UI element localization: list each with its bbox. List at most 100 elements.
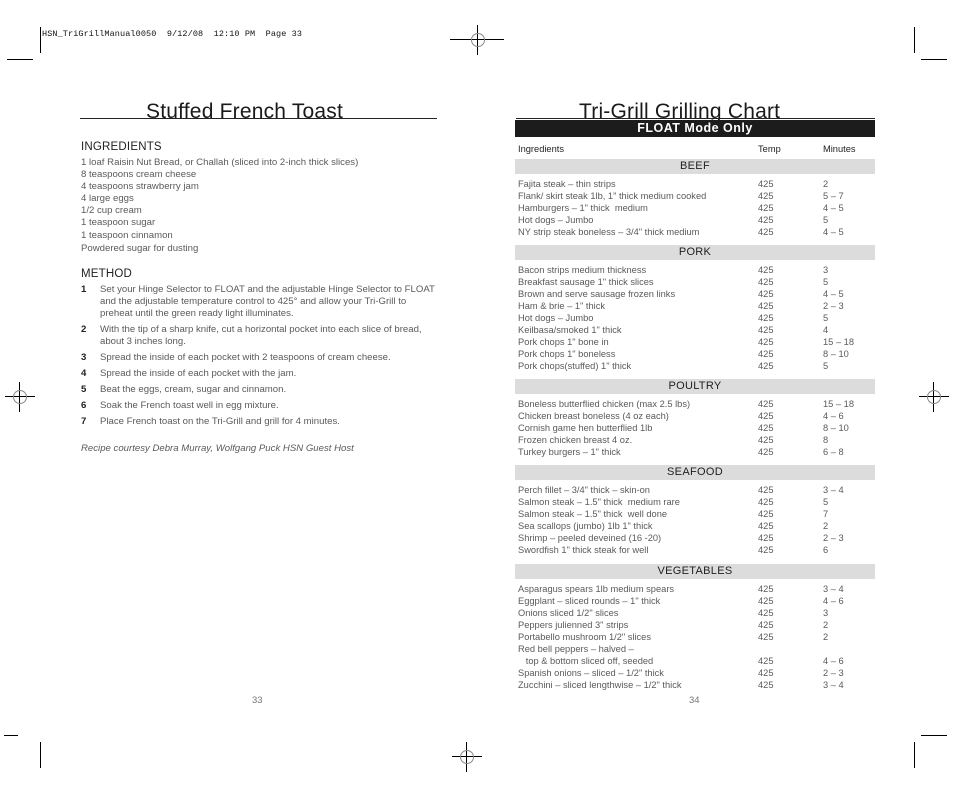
- category-header: SEAFOOD: [515, 465, 875, 480]
- row-temp: 425: [758, 203, 774, 213]
- column-header-minutes: Minutes: [823, 144, 856, 154]
- chart-row: Hamburgers – 1" thick medium 425 4 – 5: [515, 202, 875, 214]
- category-poultry: POULTRY Boneless butterflied chicken (max…: [515, 379, 875, 458]
- method-step: 2 With the tip of a sharp knife, cut a ho…: [81, 324, 441, 348]
- row-minutes: 2: [823, 521, 829, 531]
- row-ingredient: Asparagus spears 1lb medium spears: [518, 584, 675, 594]
- printer-slug: HSN_TriGrillManual0050 9/12/08 12:10 PM …: [42, 29, 303, 39]
- chart-row: Hot dogs – Jumbo 425 5: [515, 214, 875, 226]
- row-temp: 425: [758, 215, 774, 225]
- row-minutes: 5: [823, 497, 829, 507]
- chart-row: Pork chops(stuffed) 1" thick 425 5: [515, 360, 875, 372]
- chart-row: Shrimp – peeled deveined (16 -20) 425 2 – …: [515, 532, 875, 544]
- ingredient-item: 1 teaspoon sugar: [81, 217, 156, 229]
- row-temp: 425: [758, 509, 774, 519]
- row-temp: 425: [758, 325, 774, 335]
- row-ingredient: Turkey burgers – 1" thick: [518, 447, 621, 457]
- method-step: 4 Spread the inside of each pocket with t…: [81, 368, 441, 380]
- chart-row: top & bottom sliced off, seeded 425 4 – 6: [515, 655, 875, 667]
- chart-row: Breakfast sausage 1" thick slices 425 5: [515, 276, 875, 288]
- chart-row: Cornish game hen butterflied 1lb 425 8 – 1…: [515, 422, 875, 434]
- row-minutes: 8: [823, 435, 829, 445]
- page-number-left: 33: [252, 695, 263, 706]
- row-minutes: 4: [823, 325, 829, 335]
- step-text: Spread the inside of each pocket with th…: [100, 368, 297, 379]
- category-rows: Asparagus spears 1lb medium spears 425 3 –…: [515, 579, 875, 691]
- row-ingredient: NY strip steak boneless – 3/4" thick med…: [518, 227, 700, 237]
- row-ingredient: Bacon strips medium thickness: [518, 265, 647, 275]
- step-number: 1: [81, 284, 87, 295]
- chart-title-rule: Tri-Grill Grilling Chart: [516, 94, 875, 123]
- row-minutes: 4 – 6: [823, 411, 844, 421]
- method-step: 7 Place French toast on the Tri-Grill and…: [81, 416, 441, 428]
- row-temp: 425: [758, 533, 774, 543]
- row-ingredient: Eggplant – sliced rounds – 1" thick: [518, 596, 661, 606]
- chart-row: Asparagus spears 1lb medium spears 425 3 –…: [515, 583, 875, 595]
- category-seafood: SEAFOOD Perch fillet – 3/4" thick – skin-…: [515, 465, 875, 556]
- registration-mark-icon: [5, 382, 35, 412]
- row-ingredient: Spanish onions – sliced – 1/2" thick: [518, 668, 664, 678]
- step-text: Spread the inside of each pocket with 2 …: [100, 352, 391, 363]
- row-ingredient: Red bell peppers – halved –: [518, 644, 634, 654]
- row-temp: 425: [758, 191, 774, 201]
- ingredient-item: 1 loaf Raisin Nut Bread, or Challah (sli…: [81, 157, 359, 168]
- category-vegetables: VEGETABLES Asparagus spears 1lb medium sp…: [515, 564, 875, 691]
- chart-row: Peppers julienned 3" strips 425 2: [515, 619, 875, 631]
- ingredients-list: 1 loaf Raisin Nut Bread, or Challah (sli…: [81, 157, 358, 255]
- row-ingredient: Portabello mushroom 1/2" slices: [518, 632, 651, 642]
- row-ingredient: Frozen chicken breast 4 oz.: [518, 435, 633, 445]
- registration-mark-icon: [450, 25, 504, 55]
- row-temp: 425: [758, 596, 774, 606]
- row-temp: 425: [758, 349, 774, 359]
- method-step: 6 Soak the French toast well in egg mixtu…: [81, 400, 441, 412]
- category-header: BEEF: [515, 159, 875, 174]
- category-rows: Fajita steak – thin strips 425 2 Flank/ ski…: [515, 174, 875, 238]
- column-header-ingredients: Ingredients: [518, 144, 564, 154]
- row-minutes: 4 – 5: [823, 289, 844, 299]
- row-ingredient: Flank/ skirt steak 1lb, 1" thick medium …: [518, 191, 707, 201]
- method-heading: METHOD: [81, 268, 133, 280]
- row-temp: 425: [758, 423, 774, 433]
- row-temp: 425: [758, 361, 774, 371]
- row-minutes: 15 – 18: [823, 337, 855, 347]
- chart-row: Onions sliced 1/2" slices 425 3: [515, 607, 875, 619]
- row-minutes: 2 – 3: [823, 668, 844, 678]
- crop-mark: [7, 59, 33, 60]
- chart-row: NY strip steak boneless – 3/4" thick med…: [515, 226, 875, 238]
- row-minutes: 2: [823, 179, 829, 189]
- category-header: POULTRY: [515, 379, 875, 394]
- row-ingredient: Pork chops 1" boneless: [518, 349, 616, 359]
- category-pork: PORK Bacon strips medium thickness 425 3 Bre…: [515, 245, 875, 372]
- chart-row: Perch fillet – 3/4" thick – skin-on 425 3 …: [515, 484, 875, 496]
- chart-row: Boneless butterflied chicken (max 2.5 lb…: [515, 398, 875, 410]
- crop-mark: [40, 27, 41, 53]
- row-minutes: 2 – 3: [823, 301, 844, 311]
- chart-row: Fajita steak – thin strips 425 2: [515, 178, 875, 190]
- row-temp: 425: [758, 620, 774, 630]
- row-minutes: 5: [823, 313, 829, 323]
- row-minutes: 5: [823, 361, 829, 371]
- row-minutes: 2: [823, 632, 829, 642]
- step-number: 7: [81, 416, 87, 427]
- row-temp: 425: [758, 680, 774, 690]
- row-ingredient: Salmon steak – 1.5" thick medium rare: [518, 497, 680, 507]
- row-ingredient: Ham & brie – 1" thick: [518, 301, 606, 311]
- chart-row: Spanish onions – sliced – 1/2" thick 425 2…: [515, 667, 875, 679]
- step-text: Place French toast on the Tri-Grill and …: [100, 416, 340, 427]
- chart-row: Portabello mushroom 1/2" slices 425 2: [515, 631, 875, 643]
- row-temp: 425: [758, 411, 774, 421]
- column-header-temp: Temp: [758, 144, 781, 154]
- category-rows: Bacon strips medium thickness 425 3 Breakfa…: [515, 260, 875, 372]
- step-number: 3: [81, 352, 87, 363]
- row-ingredient: Perch fillet – 3/4" thick – skin-on: [518, 485, 650, 495]
- chart-row: Chicken breast boneless (4 oz each) 425 4 …: [515, 410, 875, 422]
- row-temp: 425: [758, 179, 774, 189]
- chart-row: Turkey burgers – 1" thick 425 6 – 8: [515, 446, 875, 458]
- chart-row: Flank/ skirt steak 1lb, 1" thick medium …: [515, 190, 875, 202]
- row-ingredient: Breakfast sausage 1" thick slices: [518, 277, 654, 287]
- row-ingredient: top & bottom sliced off, seeded: [518, 656, 654, 666]
- row-ingredient: Cornish game hen butterflied 1lb: [518, 423, 653, 433]
- crop-mark: [921, 59, 947, 60]
- row-ingredient: Fajita steak – thin strips: [518, 179, 616, 189]
- row-minutes: 15 – 18: [823, 399, 855, 409]
